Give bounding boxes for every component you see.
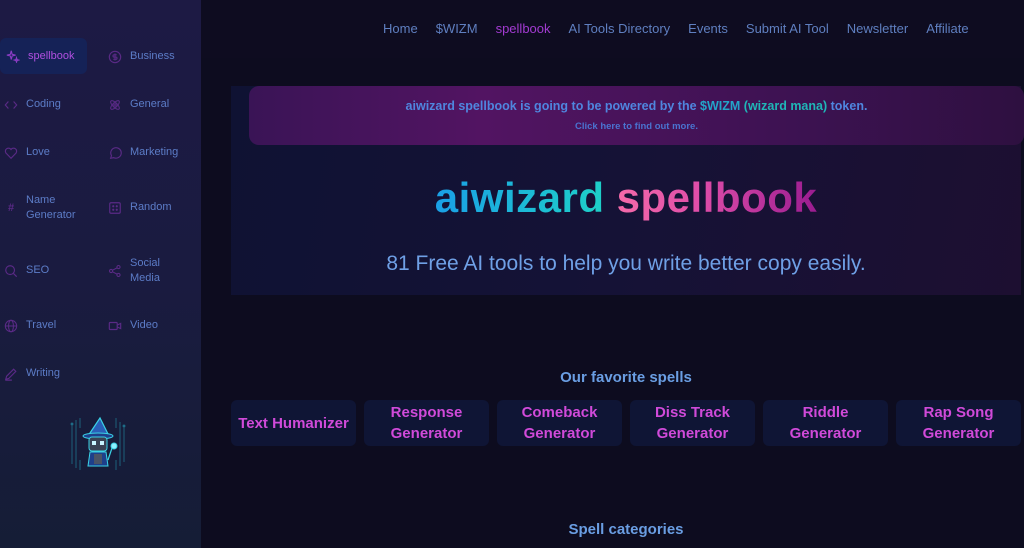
sidebar-item-label: Business [130, 50, 175, 62]
sidebar-item-social-media[interactable]: Social Media [108, 256, 198, 286]
nav-newsletter[interactable]: Newsletter [847, 21, 908, 36]
fav-spell-card[interactable]: Response Generator [364, 400, 489, 446]
nav-submit-ai-tool[interactable]: Submit AI Tool [746, 21, 829, 36]
banner-token: $WIZM [700, 99, 741, 113]
favorite-spells-list: Text Humanizer Response Generator Comeba… [231, 400, 1024, 446]
sidebar-item-label: spellbook [28, 49, 75, 62]
pencil-icon [4, 367, 18, 381]
heart-icon [4, 146, 18, 160]
nav-affiliate[interactable]: Affiliate [926, 21, 968, 36]
title-aiwizard: aiwizard [434, 174, 605, 221]
sidebar-item-writing[interactable]: Writing [4, 366, 60, 381]
video-icon [108, 319, 122, 333]
search-icon [4, 264, 18, 278]
nav-spellbook[interactable]: spellbook [496, 21, 551, 36]
fav-spell-card[interactable]: Diss Track Generator [630, 400, 755, 446]
sidebar-item-label: Random [130, 201, 172, 213]
banner-token-name: (wizard mana) [740, 99, 828, 113]
dollar-icon [108, 50, 122, 64]
banner-text: aiwizard spellbook is going to be powere… [405, 99, 701, 113]
sidebar-item-seo[interactable]: SEO [4, 263, 49, 278]
sidebar-item-label: Name Generator [26, 194, 76, 221]
fav-spell-card[interactable]: Rap Song Generator [896, 400, 1021, 446]
sidebar-item-label: Social Media [130, 257, 160, 284]
nav-ai-tools-directory[interactable]: AI Tools Directory [569, 21, 671, 36]
fav-spell-card[interactable]: Riddle Generator [763, 400, 888, 446]
banner-link[interactable]: Click here to find out more. [249, 121, 1024, 132]
fav-spell-card[interactable]: Comeback Generator [497, 400, 622, 446]
sidebar-item-label: Coding [26, 98, 61, 110]
sidebar-item-general[interactable]: General [108, 97, 169, 112]
page-title: aiwizard spellbook [231, 174, 1021, 222]
sidebar-item-random[interactable]: Random [108, 200, 172, 215]
categories-heading: Spell categories [568, 521, 684, 538]
hero-section: aiwizard spellbook is going to be powere… [231, 86, 1024, 295]
nav-wizm[interactable]: $WIZM [436, 21, 478, 36]
nav-events[interactable]: Events [688, 21, 728, 36]
globe-icon [4, 319, 18, 333]
wizard-robot-mascot [66, 414, 130, 474]
share-icon [108, 264, 122, 278]
sidebar-item-marketing[interactable]: Marketing [108, 145, 178, 160]
fav-spell-card[interactable]: Text Humanizer [231, 400, 356, 446]
sidebar-item-label: Marketing [130, 146, 179, 158]
banner-text-end: token. [827, 99, 868, 113]
banner-message: aiwizard spellbook is going to be powere… [249, 99, 1024, 113]
main-nav: Home $WIZM spellbook AI Tools Directory … [383, 21, 987, 36]
dice-icon [108, 201, 122, 215]
nav-home[interactable]: Home [383, 21, 418, 36]
sidebar-item-video[interactable]: Video [108, 318, 158, 333]
sidebar-item-label: General [130, 98, 170, 110]
title-spellbook: spellbook [616, 174, 818, 221]
sidebar-item-label: Video [130, 319, 158, 331]
sidebar-item-business[interactable]: Business [108, 49, 175, 64]
sidebar-item-love[interactable]: Love [4, 145, 50, 160]
sidebar-item-label: SEO [26, 264, 50, 276]
sidebar-item-name-generator[interactable]: # Name Generator [4, 193, 94, 223]
chat-bubble-icon [108, 146, 122, 160]
hero-subtitle: 81 Free AI tools to help you write bette… [386, 252, 866, 275]
sidebar-item-label: Writing [26, 367, 61, 379]
category-sidebar: spellbook Business Coding General Love M… [0, 0, 201, 548]
code-icon [4, 98, 18, 112]
sidebar-item-label: Love [26, 146, 50, 158]
hash-icon: # [7, 201, 15, 214]
sidebar-item-coding[interactable]: Coding [4, 97, 61, 112]
wizm-token-banner[interactable]: aiwizard spellbook is going to be powere… [249, 86, 1024, 145]
sidebar-item-travel[interactable]: Travel [4, 318, 56, 333]
sidebar-item-label: Travel [26, 319, 57, 331]
atom-icon [108, 98, 122, 112]
favorites-heading: Our favorite spells [560, 369, 692, 386]
sidebar-item-spellbook[interactable]: spellbook [0, 38, 87, 74]
sparkles-icon [6, 49, 20, 63]
